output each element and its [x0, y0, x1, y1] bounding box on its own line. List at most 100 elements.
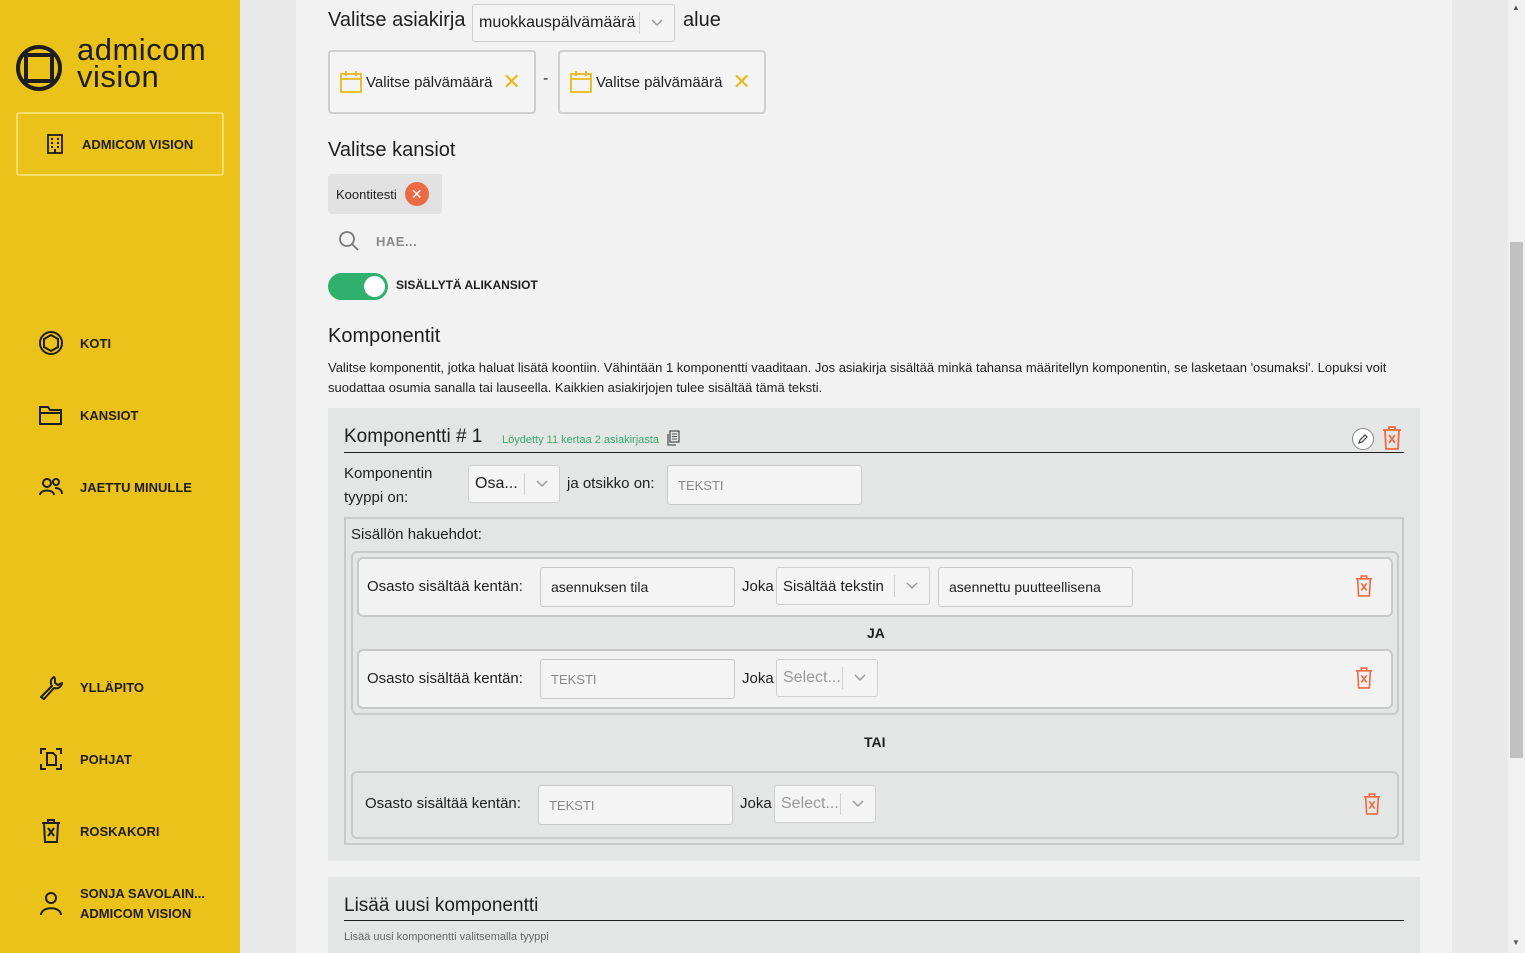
- nav-item-roskakori[interactable]: ROSKAKORI: [38, 816, 159, 846]
- criteria-operator-value: Select...: [781, 795, 839, 812]
- doc-select-label: Valitse asiakirja: [328, 9, 466, 31]
- include-subfolders-toggle[interactable]: [328, 273, 388, 300]
- nav-label-pohjat: POHJAT: [80, 751, 132, 767]
- nav-item-kansiot[interactable]: KANSIOT: [38, 400, 139, 430]
- nav-item-koti[interactable]: KOTI: [38, 328, 111, 358]
- criteria-field-input[interactable]: TEKSTI: [540, 659, 735, 699]
- add-component-subtitle: Lisää uusi komponentti valitsemalla tyyp…: [344, 931, 549, 943]
- scroll-thumb[interactable]: [1510, 242, 1523, 758]
- chevron-down-icon: [525, 480, 559, 488]
- date-from-picker[interactable]: Valitse pälvämäärä ✕: [328, 50, 536, 114]
- chevron-down-icon: [841, 800, 875, 808]
- criteria-row-label: Osasto sisältää kentän:: [365, 795, 521, 812]
- include-subfolders-label: SISÄLLYTÄ ALIKANSIOT: [396, 278, 538, 292]
- criteria-operator-value: Select...: [783, 669, 841, 686]
- clear-date-from-icon[interactable]: ✕: [502, 69, 520, 95]
- title-label: ja otsikko on:: [567, 475, 655, 492]
- chevron-down-icon: [640, 19, 674, 27]
- delete-criteria-icon[interactable]: [1363, 793, 1381, 815]
- calendar-icon: [340, 71, 362, 93]
- component-title: Komponentti # 1: [344, 426, 483, 447]
- joka-label: Joka: [740, 795, 772, 812]
- criteria-operator-select[interactable]: Sisältää tekstin: [776, 567, 930, 605]
- criteria-heading: Sisällön hakuehdot:: [351, 526, 482, 543]
- criteria-box: Sisällön hakuehdot: Osasto sisältää kent…: [344, 517, 1404, 845]
- nav-label-jaettu: JAETTU MINULLE: [80, 479, 192, 495]
- search-icon: [339, 231, 359, 251]
- user-name: SONJA SAVOLAIN...: [80, 886, 205, 901]
- delete-criteria-icon[interactable]: [1355, 575, 1373, 597]
- date-to-picker[interactable]: Valitse pälvämäärä ✕: [558, 50, 766, 114]
- criteria-row-label: Osasto sisältää kentän:: [367, 578, 523, 595]
- criteria-and-group: Osasto sisältää kentän: asennuksen tila …: [351, 551, 1399, 715]
- folder-icon: [38, 402, 64, 428]
- toggle-knob: [364, 276, 385, 297]
- chevron-down-icon: [895, 582, 929, 590]
- building-icon: [47, 134, 63, 154]
- folders-heading: Valitse kansiot: [328, 139, 456, 161]
- add-component-title: Lisää uusi komponentti: [344, 895, 539, 916]
- brand-logo[interactable]: admicom vision: [15, 34, 230, 94]
- doc-date-type-select[interactable]: muokkauspälvämäärä: [472, 4, 675, 42]
- doc-select-suffix: alue: [683, 9, 721, 31]
- folder-search[interactable]: HAE...: [338, 230, 417, 252]
- user-icon: [38, 890, 64, 921]
- vertical-scrollbar[interactable]: ▲ ▼: [1508, 0, 1525, 953]
- trash-icon: [38, 818, 64, 844]
- nav-label-yllapito: YLLÄPITO: [80, 679, 145, 695]
- criteria-operator-value: Sisältää tekstin: [783, 577, 884, 595]
- remove-chip-icon[interactable]: ✕: [404, 182, 429, 206]
- criteria-field-input[interactable]: TEKSTI: [538, 785, 733, 825]
- scroll-up-arrow-icon[interactable]: ▲: [1512, 3, 1520, 12]
- criteria-row-label: Osasto sisältää kentän:: [367, 670, 523, 687]
- component-card: Komponentti # 1 Löydetty 11 kertaa 2 asi…: [328, 408, 1420, 861]
- wrench-icon: [38, 674, 64, 700]
- nav-item-jaettu[interactable]: JAETTU MINULLE: [38, 472, 192, 502]
- search-input[interactable]: HAE...: [376, 234, 417, 249]
- clear-date-to-icon[interactable]: ✕: [732, 69, 750, 95]
- home-icon: [38, 330, 64, 356]
- brand-line2: vision: [77, 59, 160, 94]
- criteria-or-group: Osasto sisältää kentän: TEKSTI Joka Sele…: [351, 771, 1399, 839]
- delete-criteria-icon[interactable]: [1355, 667, 1373, 689]
- chevron-down-icon: [843, 674, 877, 682]
- nav-label-roskakori: ROSKAKORI: [80, 823, 160, 839]
- nav-item-pohjat[interactable]: POHJAT: [38, 744, 132, 774]
- doc-date-type-value: muokkauspälvämäärä: [479, 14, 636, 31]
- add-component-divider: [344, 920, 1404, 921]
- app-switch-button[interactable]: ADMICOM VISION: [16, 112, 224, 176]
- component-type-label: Komponentin tyyppi on:: [344, 462, 432, 510]
- components-heading: Komponentit: [328, 325, 441, 347]
- criteria-operator-select[interactable]: Select...: [774, 785, 876, 823]
- component-title-input[interactable]: TEKSTI: [667, 465, 862, 505]
- copy-icon[interactable]: [666, 430, 680, 446]
- date-range-separator: -: [543, 70, 549, 87]
- criteria-field-input[interactable]: asennuksen tila: [540, 567, 735, 607]
- date-from-text: Valitse pälvämäärä: [366, 73, 493, 91]
- nav-label-kansiot: KANSIOT: [80, 407, 139, 423]
- type-label-line2: tyyppi on:: [344, 489, 409, 506]
- joka-label: Joka: [742, 578, 774, 595]
- component-found-text: Löydetty 11 kertaa 2 asiakirjasta: [502, 430, 680, 446]
- type-label-line1: Komponentin: [344, 465, 433, 482]
- pencil-icon: [1358, 434, 1368, 444]
- and-operator-label: JA: [867, 625, 885, 641]
- edit-component-button[interactable]: [1352, 428, 1374, 450]
- criteria-value-input[interactable]: asennettu puutteellisena: [938, 567, 1133, 607]
- brand-name: admicom vision: [77, 34, 206, 94]
- template-icon: [38, 746, 64, 772]
- scroll-down-arrow-icon[interactable]: ▼: [1512, 938, 1520, 947]
- joka-label: Joka: [742, 670, 774, 687]
- user-org: ADMICOM VISION: [80, 906, 192, 921]
- folder-chip: Koontitesti ✕: [328, 174, 442, 214]
- delete-component-icon[interactable]: [1382, 426, 1402, 450]
- nav-item-yllapito[interactable]: YLLÄPITO: [38, 672, 144, 702]
- sidebar: admicom vision ADMICOM VISION KOTI KANSI…: [0, 0, 240, 953]
- add-component-panel[interactable]: Lisää uusi komponentti Lisää uusi kompon…: [328, 877, 1420, 953]
- folder-chip-label: Koontitesti: [336, 186, 397, 202]
- component-type-select[interactable]: Osa...: [468, 465, 560, 503]
- criteria-operator-select[interactable]: Select...: [776, 659, 878, 697]
- nav-label-koti: KOTI: [80, 335, 112, 351]
- app-switch-label: ADMICOM VISION: [82, 136, 194, 152]
- component-title-divider: [344, 452, 1404, 453]
